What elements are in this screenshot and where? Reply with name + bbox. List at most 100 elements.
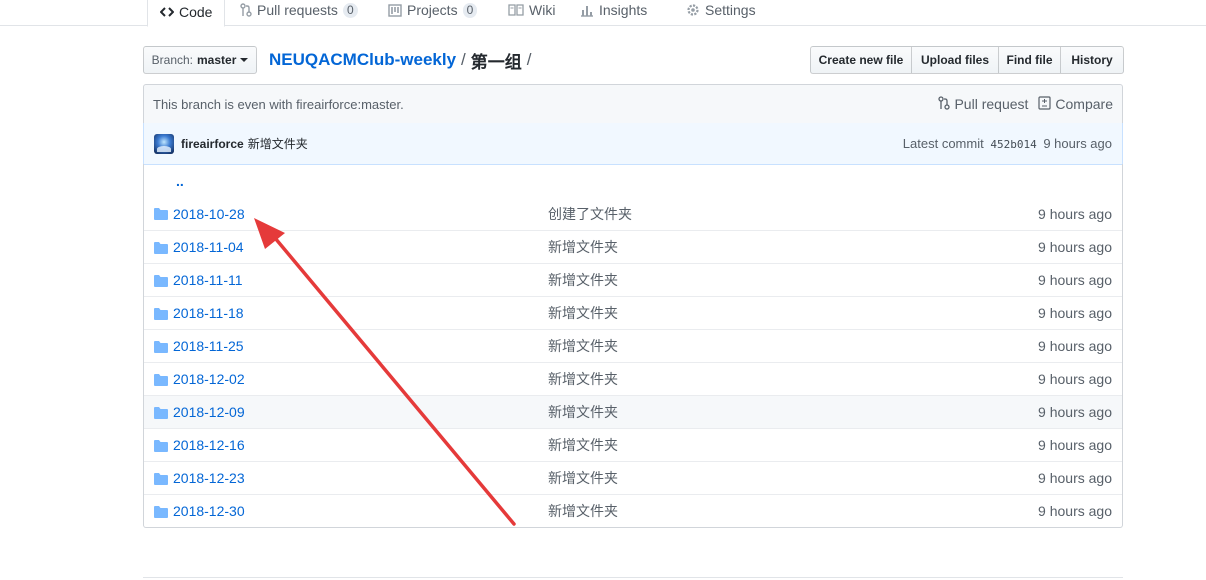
folder-icon [154,307,168,323]
folder-link[interactable]: 2018-12-02 [173,371,245,387]
history-button[interactable]: History [1060,46,1124,74]
commit-age: 9 hours ago [1038,503,1112,519]
commit-age: 9 hours ago [1038,371,1112,387]
commit-message-link[interactable]: 新增文件夹 [548,369,618,389]
commit-age: 9 hours ago [1038,305,1112,321]
commit-message-link[interactable]: 新增文件夹 [248,135,308,152]
graph-icon [580,4,594,17]
folder-icon [154,406,168,422]
table-row[interactable]: 2018-12-02 新增文件夹 9 hours ago [144,362,1122,395]
commit-meta: Latest commit 452b014 9 hours ago [903,136,1112,151]
commit-message-link[interactable]: 新增文件夹 [548,402,618,422]
branch-select-button[interactable]: Branch: master [143,46,257,74]
table-row[interactable]: 2018-11-18 新增文件夹 9 hours ago [144,296,1122,329]
tab-wiki[interactable]: Wiki [496,0,567,26]
tab-wiki-label: Wiki [529,2,556,18]
tab-settings-label: Settings [705,2,756,18]
tab-insights-label: Insights [599,2,648,18]
commit-sha-link[interactable]: 452b014 [990,138,1036,151]
gear-icon [686,3,700,17]
pull-request-link[interactable]: Pull request [938,95,1028,113]
branch-label: Branch: [151,53,193,67]
repo-nav: Code Pull requests 0 Projects 0 Wiki Ins… [0,0,1206,27]
folder-icon [154,207,168,223]
folder-icon [154,505,168,521]
file-list: .. 2018-10-28 创建了文件夹 9 hours ago 2018-11-04… [143,164,1123,528]
commit-message-link[interactable]: 新增文件夹 [548,435,618,455]
commit-author-link[interactable]: fireairforce [181,137,244,151]
chevron-down-icon [240,58,249,62]
folder-icon [154,274,168,290]
compare-link-label: Compare [1055,96,1113,112]
table-row[interactable]: 2018-12-30 新增文件夹 9 hours ago [144,494,1122,527]
find-file-button[interactable]: Find file [998,46,1061,74]
create-new-file-button[interactable]: Create new file [810,46,912,74]
folder-link[interactable]: 2018-12-16 [173,437,245,453]
pull-request-icon [938,95,954,113]
folder-link[interactable]: 2018-12-30 [173,503,245,519]
tab-code[interactable]: Code [147,0,226,27]
parent-directory-row[interactable]: .. [144,164,1122,197]
folder-link[interactable]: 2018-12-09 [173,404,245,420]
commit-age: 9 hours ago [1038,272,1112,288]
commit-message-link[interactable]: 创建了文件夹 [548,204,632,224]
folder-icon [154,439,168,455]
parent-directory-link[interactable]: .. [144,173,184,189]
breadcrumb-separator: / [461,50,466,69]
tab-pull-requests[interactable]: Pull requests 0 [228,0,370,26]
breadcrumb-current-folder: 第一组 [470,52,522,72]
branch-value: master [197,53,237,67]
folder-icon [154,373,168,389]
branch-info-bar: This branch is even with fireairforce:ma… [143,84,1123,124]
folder-icon [154,340,168,356]
commit-age: 9 hours ago [1038,437,1112,453]
tab-code-label: Code [179,3,213,20]
commit-age: 9 hours ago [1043,136,1112,151]
commit-message-link[interactable]: 新增文件夹 [548,501,618,521]
commit-message-link[interactable]: 新增文件夹 [548,270,618,290]
code-icon [160,6,174,18]
tab-pull-requests-label: Pull requests [257,2,338,18]
commit-age: 9 hours ago [1038,338,1112,354]
table-row[interactable]: 2018-11-04 新增文件夹 9 hours ago [144,230,1122,263]
pull-request-icon [240,3,252,17]
avatar[interactable] [154,133,174,154]
commit-message-link[interactable]: 新增文件夹 [548,303,618,323]
commit-message-link[interactable]: 新增文件夹 [548,336,618,356]
latest-commit-bar: fireairforce 新增文件夹 Latest commit 452b014… [143,123,1123,165]
tab-projects-label: Projects [407,2,458,18]
table-row[interactable]: 2018-10-28 创建了文件夹 9 hours ago [144,197,1122,230]
folder-link[interactable]: 2018-11-25 [173,338,244,354]
folder-link[interactable]: 2018-11-11 [173,272,243,288]
compare-link[interactable]: Compare [1038,95,1113,113]
table-row[interactable]: 2018-12-09 新增文件夹 9 hours ago [144,395,1122,428]
commit-message-link[interactable]: 新增文件夹 [548,237,618,257]
folder-link[interactable]: 2018-11-18 [173,305,244,321]
project-icon [388,3,402,17]
book-icon [508,4,524,16]
upload-files-button[interactable]: Upload files [911,46,999,74]
tab-insights[interactable]: Insights [568,0,659,26]
table-row[interactable]: 2018-11-25 新增文件夹 9 hours ago [144,329,1122,362]
folder-link[interactable]: 2018-11-04 [173,239,244,255]
tab-settings[interactable]: Settings [674,0,768,26]
table-row[interactable]: 2018-12-16 新增文件夹 9 hours ago [144,428,1122,461]
branch-status-text: This branch is even with fireairforce:ma… [153,96,404,112]
pull-requests-count: 0 [342,2,358,18]
projects-count: 0 [462,2,478,18]
table-row[interactable]: 2018-12-23 新增文件夹 9 hours ago [144,461,1122,494]
commit-message-link[interactable]: 新增文件夹 [548,468,618,488]
breadcrumb-repo-link[interactable]: NEUQACMClub-weekly [269,50,456,70]
commit-age: 9 hours ago [1038,404,1112,420]
latest-commit-label: Latest commit [902,136,984,151]
tab-projects[interactable]: Projects 0 [376,0,489,26]
breadcrumb-trailing-separator: / [526,50,532,69]
folder-link[interactable]: 2018-12-23 [173,470,245,486]
commit-age: 9 hours ago [1038,470,1112,486]
divider [143,577,1123,578]
folder-icon [154,241,168,257]
folder-link[interactable]: 2018-10-28 [173,206,245,222]
table-row[interactable]: 2018-11-11 新增文件夹 9 hours ago [144,263,1122,296]
breadcrumb: NEUQACMClub-weekly / 第一组 / [269,47,537,73]
compare-icon [1038,95,1055,113]
